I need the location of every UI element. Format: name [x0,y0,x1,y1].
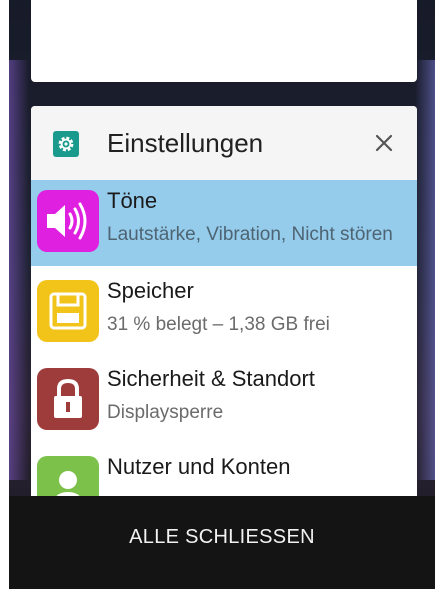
edge-glow-right [415,60,435,480]
phone-frame: Einstellungen Töne Lautstärke, Vibration… [0,0,442,589]
item-title: Speicher [107,278,194,303]
settings-item-speicher[interactable]: Speicher 31 % belegt – 1,38 GB frei [31,270,417,356]
card-title: Einstellungen [107,128,264,158]
item-title: Töne [107,188,158,213]
item-subtitle: 31 % belegt – 1,38 GB frei [107,314,330,335]
speaker-icon [37,190,99,252]
item-subtitle: Displaysperre [107,402,224,423]
close-icon [375,134,393,152]
card-header: Einstellungen [31,106,417,180]
settings-item-nutzer[interactable]: Nutzer und Konten [31,446,417,496]
storage-icon [37,280,99,342]
previous-app-card[interactable] [31,0,417,82]
settings-item-sicherheit[interactable]: Sicherheit & Standort Displaysperre [31,358,417,444]
lock-icon [37,368,99,430]
bottom-bar: ALLE SCHLIESSEN [9,496,435,589]
close-button[interactable] [369,128,399,158]
edge-glow-left [9,60,29,480]
recents-screen: Einstellungen Töne Lautstärke, Vibration… [9,0,435,589]
item-title: Sicherheit & Standort [107,366,315,391]
settings-app-card[interactable]: Einstellungen Töne Lautstärke, Vibration… [31,106,417,496]
item-title: Nutzer und Konten [107,454,291,479]
user-icon [37,456,99,496]
clear-all-button[interactable]: ALLE SCHLIESSEN [9,526,435,549]
gear-icon [53,131,79,157]
settings-item-toene[interactable]: Töne Lautstärke, Vibration, Nicht stören [31,180,417,266]
item-subtitle: Lautstärke, Vibration, Nicht stören [107,224,393,245]
